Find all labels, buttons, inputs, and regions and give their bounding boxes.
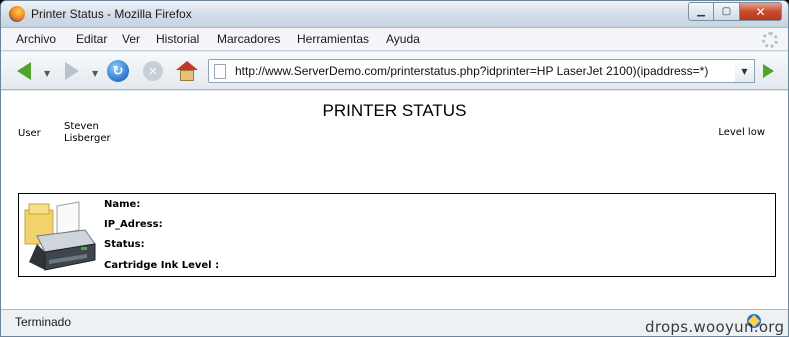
watermark: drops.wooyun.org [645,318,785,336]
home-button[interactable] [174,58,200,84]
back-arrow-icon [17,62,31,80]
menu-ver[interactable]: Ver [122,32,140,46]
printer-info-box: Name: IP_Adress: Status: Cartridge Ink L… [18,193,776,277]
go-arrow-icon [762,64,774,78]
page-content: PRINTER STATUS User Steven Lisberger Lev… [1,91,788,309]
minimize-button[interactable]: ▁ [688,2,714,21]
maximize-button[interactable]: ▢ [714,2,740,21]
level-indicator: Level low [718,127,765,138]
forward-history-dropdown[interactable]: ▼ [92,69,98,78]
reload-icon: ↻ [107,60,129,82]
menu-marcadores[interactable]: Marcadores [217,32,280,46]
url-text[interactable]: http://www.ServerDemo.com/printerstatus.… [235,64,708,78]
field-name: Name: [104,199,141,210]
forward-button[interactable] [59,58,85,84]
menu-editar[interactable]: Editar [76,32,107,46]
printer-icon [24,201,96,271]
throbber-icon [762,32,778,48]
menu-ayuda[interactable]: Ayuda [386,32,420,46]
page-title: PRINTER STATUS [322,101,467,120]
url-bar[interactable]: http://www.ServerDemo.com/printerstatus.… [208,59,754,83]
title-bar: Printer Status - Mozilla Firefox ▁ ▢ ✕ [1,1,788,28]
back-history-dropdown[interactable]: ▼ [44,69,50,78]
forward-arrow-icon [65,62,79,80]
window-title: Printer Status - Mozilla Firefox [31,7,192,21]
stop-icon: ✕ [143,61,163,81]
navigation-toolbar: ▼ ▼ ↻ ✕ http://www.ServerDemo.com/printe… [1,52,788,90]
field-status: Status: [104,239,145,250]
menu-bar: Archivo Editar Ver Historial Marcadores … [1,28,788,51]
firefox-icon [9,6,25,22]
close-button[interactable]: ✕ [740,2,782,21]
window-controls: ▁ ▢ ✕ [688,2,782,22]
menu-historial[interactable]: Historial [156,32,199,46]
user-label: User [18,128,41,139]
menu-herramientas[interactable]: Herramientas [297,32,369,46]
user-name: Steven Lisberger [64,121,111,144]
reload-button[interactable]: ↻ [105,58,131,84]
go-button[interactable] [758,61,778,81]
home-icon [176,61,198,81]
menu-archivo[interactable]: Archivo [16,32,56,46]
url-history-dropdown[interactable]: ▼ [735,59,755,83]
stop-button[interactable]: ✕ [140,58,166,84]
browser-window: Printer Status - Mozilla Firefox ▁ ▢ ✕ A… [0,0,789,337]
back-button[interactable] [11,58,37,84]
status-text: Terminado [15,315,72,329]
field-ip-address: IP_Adress: [104,219,163,230]
field-cartridge-ink-level: Cartridge Ink Level : [104,260,220,271]
page-icon [214,64,226,79]
